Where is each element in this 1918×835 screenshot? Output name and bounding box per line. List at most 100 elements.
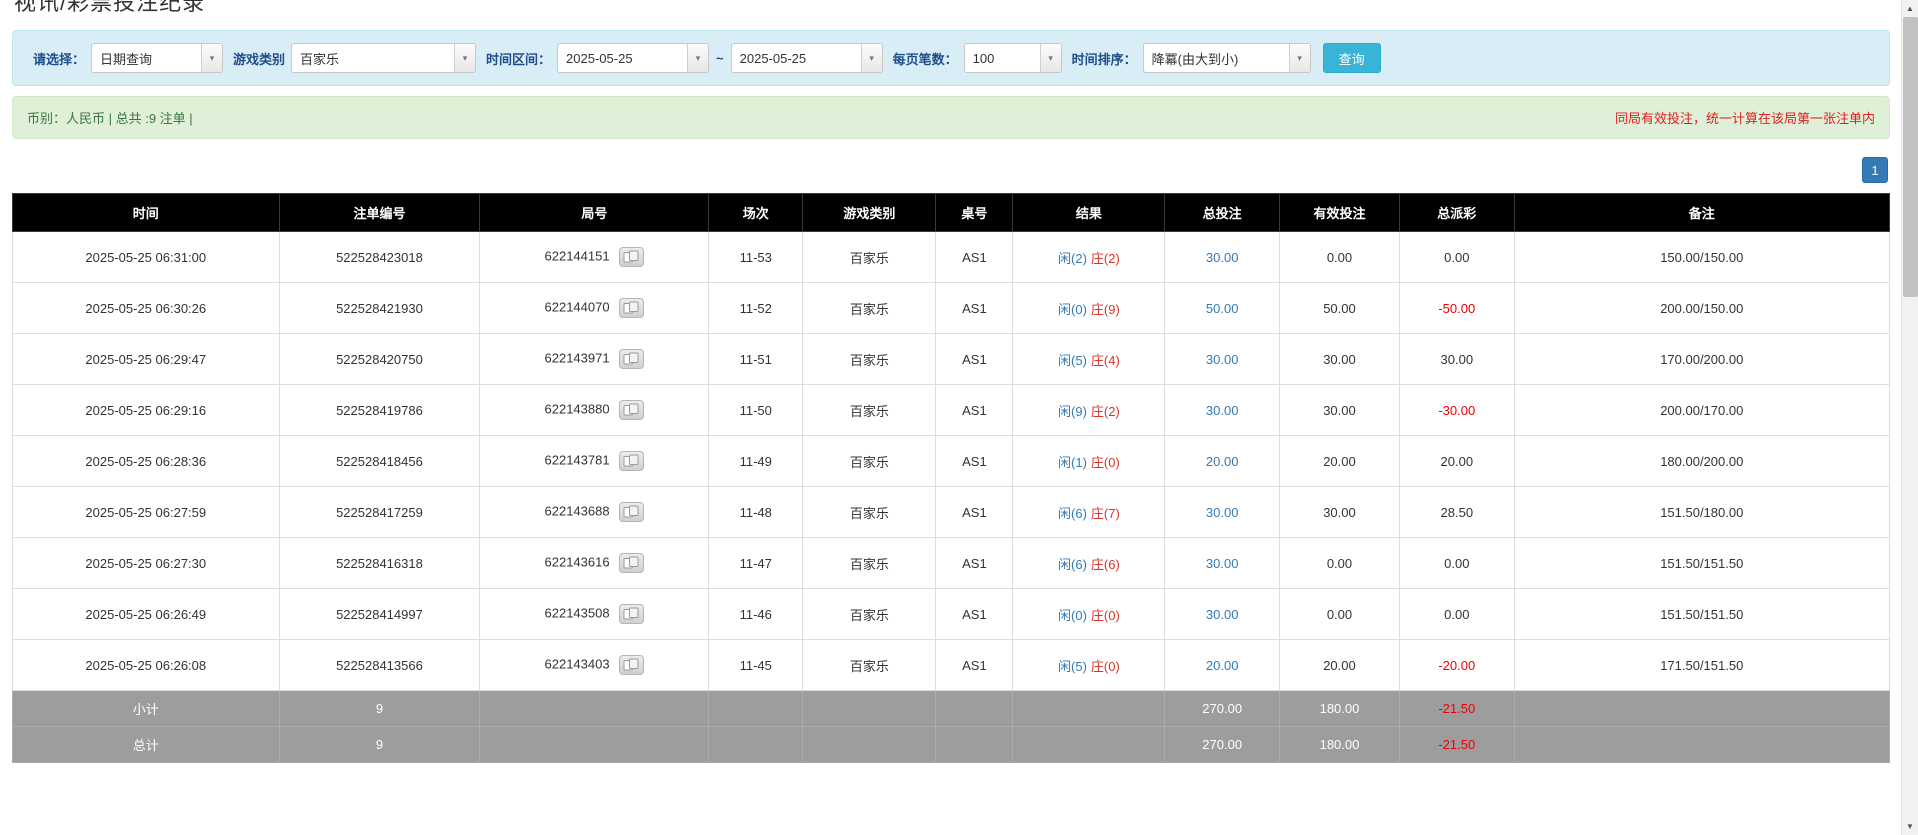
video-replay-icon[interactable] (619, 298, 644, 318)
subtotal-total-bet: 270.00 (1165, 691, 1279, 727)
cell-total-bet-link[interactable]: 30.00 (1165, 385, 1279, 436)
cell-payout: 0.00 (1400, 538, 1514, 589)
video-replay-icon[interactable] (619, 604, 644, 624)
date-from-input[interactable]: 2025-05-25 ▾ (557, 43, 709, 73)
cell-result: 闲(9)庄(2) (1013, 385, 1165, 436)
valid-bet-notice-text: 同局有效投注，统一计算在该局第一张注单内 (1615, 108, 1875, 127)
cell-time: 2025-05-25 06:26:49 (13, 589, 280, 640)
cell-result: 闲(0)庄(9) (1013, 283, 1165, 334)
video-replay-icon[interactable] (619, 553, 644, 573)
table-row: 2025-05-25 06:29:47 522528420750 6221439… (13, 334, 1890, 385)
result-player: 闲(6) (1058, 506, 1087, 521)
cell-result: 闲(2)庄(2) (1013, 232, 1165, 283)
sort-label: 时间排序： (1072, 49, 1137, 68)
cell-valid-bet: 30.00 (1279, 334, 1399, 385)
cell-round: 622144070 (480, 283, 709, 334)
table-header-row: 时间 注单编号 局号 场次 游戏类别 桌号 结果 总投注 有效投注 总派彩 备注 (13, 194, 1890, 232)
date-to-input[interactable]: 2025-05-25 ▾ (731, 43, 883, 73)
column-header-session: 场次 (709, 194, 803, 232)
round-number: 622144070 (545, 299, 610, 314)
game-type-value: 百家乐 (292, 49, 454, 68)
total-empty-cell (1514, 727, 1889, 763)
table-row: 2025-05-25 06:27:59 522528417259 6221436… (13, 487, 1890, 538)
cell-bet-id: 522528423018 (279, 232, 480, 283)
chevron-down-icon[interactable]: ▾ (201, 44, 222, 72)
chevron-down-icon[interactable]: ▾ (1289, 44, 1310, 72)
cell-game-type: 百家乐 (803, 385, 936, 436)
subtotal-empty-cell (1514, 691, 1889, 727)
video-replay-icon[interactable] (619, 400, 644, 420)
cell-payout: 20.00 (1400, 436, 1514, 487)
total-label: 总计 (13, 727, 280, 763)
cell-valid-bet: 20.00 (1279, 640, 1399, 691)
cell-result: 闲(6)庄(6) (1013, 538, 1165, 589)
subtotal-empty-cell (936, 691, 1013, 727)
subtotal-empty-cell (803, 691, 936, 727)
cell-total-bet-link[interactable]: 20.00 (1165, 436, 1279, 487)
bet-records-table: 时间 注单编号 局号 场次 游戏类别 桌号 结果 总投注 有效投注 总派彩 备注… (12, 193, 1890, 763)
cell-valid-bet: 0.00 (1279, 538, 1399, 589)
result-player: 闲(0) (1058, 608, 1087, 623)
sort-select[interactable]: 降冪(由大到小) ▾ (1143, 43, 1311, 73)
per-page-select[interactable]: 100 ▾ (964, 43, 1062, 73)
cell-total-bet-link[interactable]: 30.00 (1165, 334, 1279, 385)
video-replay-icon[interactable] (619, 655, 644, 675)
cell-total-bet-link[interactable]: 30.00 (1165, 589, 1279, 640)
round-number: 622143781 (545, 452, 610, 467)
cell-time: 2025-05-25 06:30:26 (13, 283, 280, 334)
table-row: 2025-05-25 06:31:00 522528423018 6221441… (13, 232, 1890, 283)
cell-session: 11-49 (709, 436, 803, 487)
cell-note: 151.50/151.50 (1514, 589, 1889, 640)
video-replay-icon[interactable] (619, 247, 644, 267)
query-type-select[interactable]: 日期查询 ▾ (91, 43, 223, 73)
cell-payout: 0.00 (1400, 232, 1514, 283)
cell-round: 622143508 (480, 589, 709, 640)
scrollbar-thumb[interactable] (1903, 17, 1918, 297)
scrollbar[interactable]: ▲ ▼ (1901, 0, 1918, 835)
cell-game-type: 百家乐 (803, 538, 936, 589)
cell-total-bet-link[interactable]: 50.00 (1165, 283, 1279, 334)
cell-total-bet-link[interactable]: 20.00 (1165, 640, 1279, 691)
cell-note: 151.50/151.50 (1514, 538, 1889, 589)
scrollbar-down-arrow-icon[interactable]: ▼ (1902, 818, 1918, 835)
chevron-down-icon[interactable]: ▾ (1040, 44, 1061, 72)
cell-game-type: 百家乐 (803, 436, 936, 487)
video-replay-icon[interactable] (619, 451, 644, 471)
cell-payout: -30.00 (1400, 385, 1514, 436)
cell-bet-id: 522528420750 (279, 334, 480, 385)
query-type-label: 请选择： (33, 49, 85, 68)
chevron-down-icon[interactable]: ▾ (687, 44, 708, 72)
cell-total-bet-link[interactable]: 30.00 (1165, 232, 1279, 283)
page-1-button[interactable]: 1 (1862, 157, 1888, 183)
chevron-down-icon[interactable]: ▾ (861, 44, 882, 72)
cell-bet-id: 522528421930 (279, 283, 480, 334)
subtotal-payout: -21.50 (1400, 691, 1514, 727)
subtotal-empty-cell (480, 691, 709, 727)
cell-bet-id: 522528417259 (279, 487, 480, 538)
column-header-valid-bet: 有效投注 (1279, 194, 1399, 232)
cell-round: 622144151 (480, 232, 709, 283)
cell-session: 11-50 (709, 385, 803, 436)
result-player: 闲(1) (1058, 455, 1087, 470)
cell-result: 闲(1)庄(0) (1013, 436, 1165, 487)
chevron-down-icon[interactable]: ▾ (454, 44, 475, 72)
cell-bet-id: 522528418456 (279, 436, 480, 487)
cell-payout: 30.00 (1400, 334, 1514, 385)
cell-total-bet-link[interactable]: 30.00 (1165, 538, 1279, 589)
date-to-value: 2025-05-25 (732, 51, 861, 66)
total-empty-cell (936, 727, 1013, 763)
search-button[interactable]: 查询 (1323, 43, 1381, 73)
cell-session: 11-52 (709, 283, 803, 334)
result-player: 闲(9) (1058, 404, 1087, 419)
game-type-select[interactable]: 百家乐 ▾ (291, 43, 476, 73)
result-banker: 庄(7) (1091, 506, 1120, 521)
cell-total-bet-link[interactable]: 30.00 (1165, 487, 1279, 538)
scrollbar-up-arrow-icon[interactable]: ▲ (1902, 0, 1918, 17)
video-replay-icon[interactable] (619, 349, 644, 369)
cell-result: 闲(6) 庄(7) (1013, 487, 1165, 538)
video-replay-icon[interactable] (619, 502, 644, 522)
cell-valid-bet: 20.00 (1279, 436, 1399, 487)
result-banker: 庄(4) (1091, 353, 1120, 368)
column-header-bet-id: 注单编号 (279, 194, 480, 232)
column-header-note: 备注 (1514, 194, 1889, 232)
